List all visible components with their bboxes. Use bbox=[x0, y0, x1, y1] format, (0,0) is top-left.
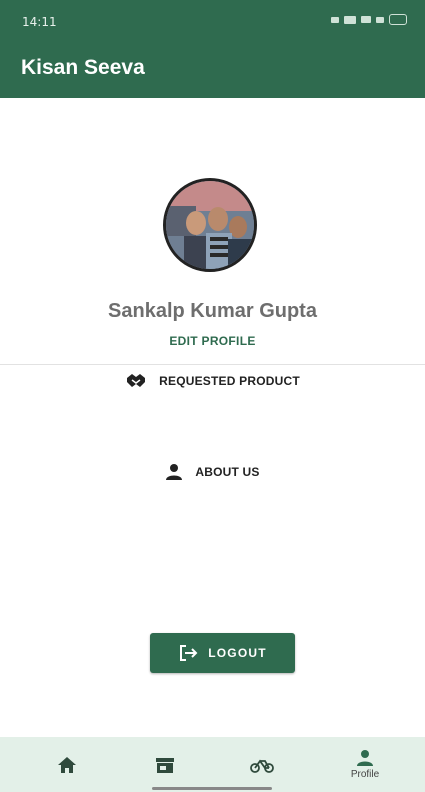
menu-item-label: REQUESTED PRODUCT bbox=[159, 374, 300, 388]
signal-icon bbox=[376, 16, 384, 23]
wifi-icon bbox=[331, 16, 339, 23]
edit-profile-link[interactable]: EDIT PROFILE bbox=[0, 334, 425, 348]
bottom-nav: Profile bbox=[0, 737, 425, 792]
status-time: 14:11 bbox=[22, 15, 57, 29]
app-title: Kisan Seeva bbox=[21, 56, 145, 79]
signal-icon bbox=[361, 16, 371, 23]
logout-icon bbox=[180, 645, 198, 661]
nav-item-home[interactable] bbox=[32, 737, 102, 792]
signal-icon bbox=[344, 15, 356, 24]
person-icon bbox=[166, 464, 183, 480]
person-icon bbox=[357, 750, 373, 766]
store-icon bbox=[156, 757, 174, 773]
divider bbox=[0, 364, 425, 365]
avatar[interactable] bbox=[163, 178, 257, 272]
logout-label: LOGOUT bbox=[208, 646, 267, 660]
menu-item-label: ABOUT US bbox=[195, 465, 260, 479]
logout-button[interactable]: LOGOUT bbox=[150, 633, 295, 673]
nav-label-profile: Profile bbox=[350, 769, 380, 780]
menu-item-requested-product[interactable]: REQUESTED PRODUCT bbox=[0, 366, 425, 396]
gesture-bar bbox=[152, 787, 272, 790]
user-name: Sankalp Kumar Gupta bbox=[108, 300, 317, 322]
menu-item-about-us[interactable]: ABOUT US bbox=[0, 457, 425, 487]
battery-icon bbox=[389, 14, 407, 25]
nav-item-bicycle[interactable] bbox=[227, 737, 297, 792]
profile-photo bbox=[166, 181, 254, 269]
status-icons bbox=[331, 14, 407, 25]
handshake-icon bbox=[127, 374, 146, 387]
home-icon bbox=[58, 756, 76, 773]
bicycle-icon bbox=[250, 758, 274, 773]
status-bar: 14:11 bbox=[0, 0, 425, 42]
nav-item-profile[interactable]: Profile bbox=[330, 737, 400, 792]
app-bar: Kisan Seeva bbox=[0, 42, 425, 98]
nav-item-store[interactable] bbox=[130, 737, 200, 792]
